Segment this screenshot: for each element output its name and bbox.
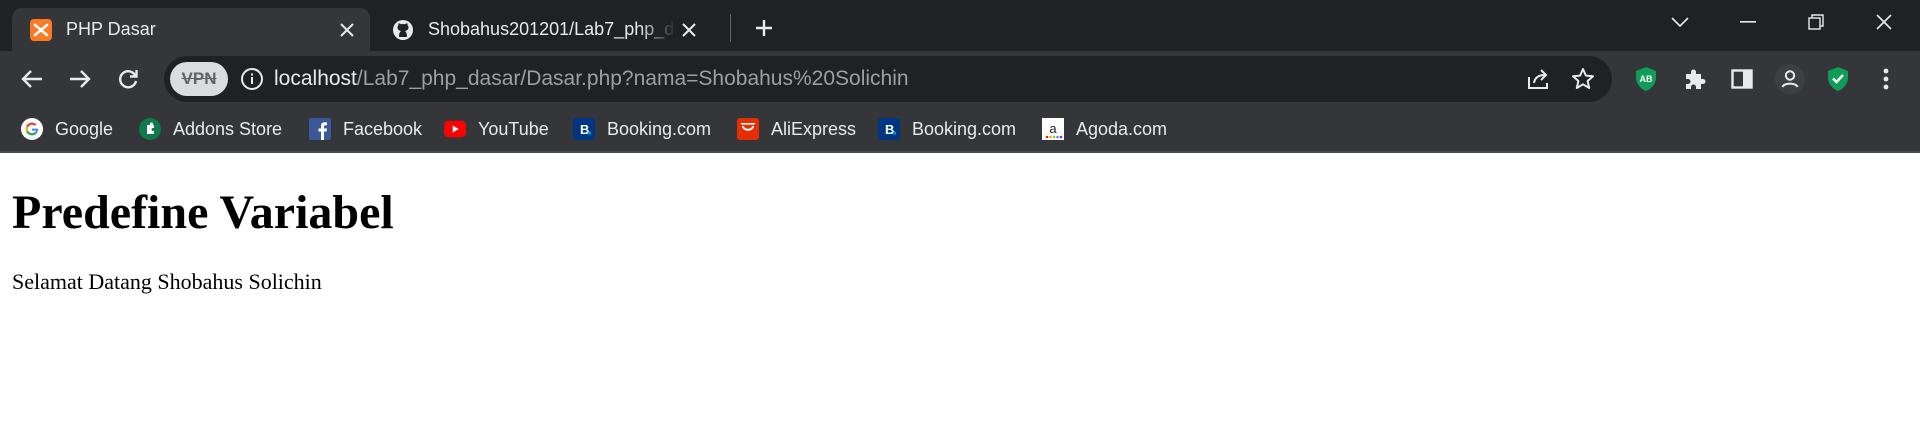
- reload-button[interactable]: [110, 61, 146, 97]
- share-icon[interactable]: [1526, 67, 1552, 96]
- bookmarks-bar: Google Addons Store Facebook YouTube B B…: [0, 106, 1920, 153]
- minimize-icon: [1740, 21, 1756, 23]
- bookmark-label: Facebook: [343, 118, 423, 139]
- svg-text:B: B: [885, 122, 894, 137]
- bookmark-star-icon[interactable]: [1571, 67, 1595, 96]
- close-icon: [1876, 14, 1892, 30]
- svg-text:a: a: [1049, 121, 1057, 136]
- bookmark-facebook[interactable]: Facebook: [309, 115, 422, 143]
- browser-chrome: PHP Dasar Shobahus201201/Lab7_php_dasar: [0, 0, 1920, 153]
- address-bar[interactable]: VPN localhost/Lab7_php_dasar/Dasar.php?n…: [164, 56, 1612, 102]
- tab-strip: PHP Dasar Shobahus201201/Lab7_php_dasar: [0, 0, 1920, 51]
- addons-store-icon: [139, 118, 161, 140]
- tab-php-dasar[interactable]: PHP Dasar: [12, 8, 370, 51]
- security-extension-button[interactable]: [1820, 61, 1856, 97]
- url-text[interactable]: localhost/Lab7_php_dasar/Dasar.php?nama=…: [274, 56, 909, 102]
- adblock-extension-button[interactable]: AB: [1628, 61, 1664, 97]
- close-window-button[interactable]: [1852, 0, 1916, 44]
- url-host: localhost: [274, 67, 357, 90]
- bookmark-label: Booking.com: [607, 118, 712, 139]
- vpn-badge[interactable]: VPN: [170, 62, 228, 96]
- plus-icon: [756, 20, 772, 36]
- booking-icon: B: [878, 118, 900, 140]
- github-icon: [392, 19, 414, 41]
- greeting-text: Selamat Datang Shobahus Solichin: [12, 269, 322, 294]
- bookmark-booking-1[interactable]: B Booking.com: [573, 115, 711, 143]
- tab-search-button[interactable]: [1648, 0, 1712, 44]
- facebook-icon: [309, 118, 331, 140]
- xampp-icon: [30, 18, 52, 41]
- tab-title: Shobahus201201/Lab7_php_dasar: [428, 19, 676, 39]
- svg-text:B: B: [580, 122, 589, 137]
- chevron-down-icon: [1671, 17, 1689, 28]
- new-tab-button[interactable]: [748, 12, 780, 44]
- page-heading: Predefine Variabel: [12, 186, 394, 239]
- arrow-left-icon: [21, 70, 42, 88]
- kebab-menu-icon: [1883, 68, 1889, 90]
- tab-title: PHP Dasar: [66, 19, 156, 39]
- restore-button[interactable]: [1784, 0, 1848, 44]
- bookmark-label: AliExpress: [771, 118, 857, 139]
- close-tab-icon[interactable]: [334, 17, 360, 43]
- shield-check-icon: [1828, 67, 1848, 91]
- profile-icon: [1775, 64, 1805, 94]
- puzzle-icon: [1686, 69, 1706, 89]
- side-panel-icon: [1731, 69, 1753, 89]
- booking-icon: B: [573, 118, 595, 140]
- bookmark-label: Agoda.com: [1076, 118, 1168, 139]
- info-icon[interactable]: [240, 67, 264, 96]
- bookmark-label: Addons Store: [173, 118, 283, 139]
- tab-separator: [730, 14, 731, 42]
- forward-button[interactable]: [62, 61, 98, 97]
- page-content: Predefine Variabel Selamat Datang Shobah…: [0, 185, 1920, 295]
- restore-icon: [1808, 14, 1824, 30]
- bookmark-label: YouTube: [478, 118, 549, 139]
- bookmark-agoda[interactable]: a Agoda.com: [1042, 115, 1167, 143]
- adblock-shield-icon: AB: [1636, 67, 1656, 91]
- google-icon: [21, 118, 43, 140]
- menu-button[interactable]: [1868, 61, 1904, 97]
- side-panel-button[interactable]: [1724, 61, 1760, 97]
- reload-icon: [119, 70, 138, 89]
- bookmark-youtube[interactable]: YouTube: [444, 115, 549, 143]
- close-tab-icon[interactable]: [676, 17, 702, 43]
- youtube-icon: [444, 118, 466, 140]
- bookmark-aliexpress[interactable]: AliExpress: [737, 115, 856, 143]
- minimize-button[interactable]: [1716, 0, 1780, 44]
- back-button[interactable]: [14, 61, 50, 97]
- aliexpress-icon: [737, 118, 759, 140]
- vpn-label: VPN: [181, 69, 217, 88]
- adblock-badge-text: AB: [1640, 74, 1653, 84]
- extensions-button[interactable]: [1676, 61, 1712, 97]
- toolbar: VPN localhost/Lab7_php_dasar/Dasar.php?n…: [0, 51, 1920, 106]
- bookmark-addons-store[interactable]: Addons Store: [139, 115, 282, 143]
- url-path: /Lab7_php_dasar/Dasar.php?nama=Shobahus%…: [356, 67, 909, 90]
- bookmark-label: Google: [55, 118, 114, 139]
- tab-github[interactable]: Shobahus201201/Lab7_php_dasar: [374, 8, 712, 51]
- bookmark-google[interactable]: Google: [21, 115, 113, 143]
- bookmark-booking-2[interactable]: B Booking.com: [878, 115, 1016, 143]
- profile-button[interactable]: [1772, 61, 1808, 97]
- bookmark-label: Booking.com: [912, 118, 1017, 139]
- agoda-icon: a: [1042, 118, 1064, 140]
- arrow-right-icon: [70, 70, 91, 88]
